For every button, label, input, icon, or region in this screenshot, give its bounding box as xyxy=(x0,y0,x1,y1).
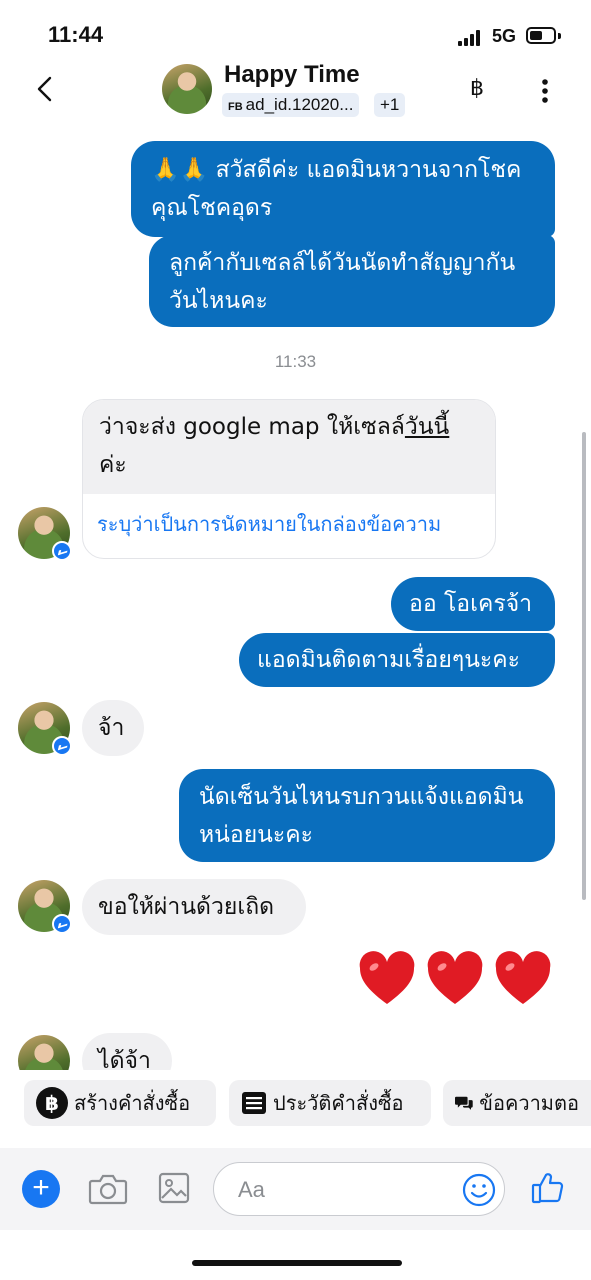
message-clip: ได้จ้า xyxy=(0,1030,591,1070)
message-text: วันไหนคะ xyxy=(169,288,268,314)
pray-emoji: 🙏🙏 xyxy=(151,157,209,183)
message-text-part: ค่ะ xyxy=(99,452,127,478)
message-text: ได้จ้า xyxy=(98,1048,151,1070)
message-text-part: ว่าจะส่ง google map ให้เซลล์ xyxy=(99,414,405,440)
emoji-icon[interactable] xyxy=(462,1173,496,1207)
contact-avatar[interactable] xyxy=(162,64,212,114)
incoming-message[interactable]: ได้จ้า xyxy=(82,1033,172,1070)
heart-emoji-icon[interactable] xyxy=(357,950,417,1010)
timestamp: 11:33 xyxy=(274,352,317,371)
message-text: แอดมินติดตามเรื่อยๆนะคะ xyxy=(257,647,521,673)
message-text: สวัสดีค่ะ แอดมินหวานจากโชค xyxy=(215,157,522,183)
scrollbar[interactable] xyxy=(582,432,586,900)
heart-emoji-icon[interactable] xyxy=(425,950,485,1010)
outgoing-message[interactable]: แอดมินติดตามเรื่อยๆนะคะ xyxy=(239,633,555,687)
message-text: ออ โอเครจ้า xyxy=(409,591,533,617)
incoming-message[interactable]: ขอให้ผ่านด้วยเถิด xyxy=(82,879,306,935)
message-input[interactable] xyxy=(236,1173,450,1207)
image-icon[interactable] xyxy=(158,1172,190,1204)
svg-text:฿: ฿ xyxy=(45,1091,59,1115)
messenger-badge-icon xyxy=(52,914,72,934)
outgoing-message[interactable]: ลูกค้ากับเซลล์ได้วันนัดทำสัญญากัน วันไหน… xyxy=(149,235,555,327)
message-text: ว่าจะส่ง google map ให้เซลล์วันนี้ ค่ะ xyxy=(99,408,449,484)
network-type: 5G xyxy=(492,26,517,46)
heart-emoji-icon[interactable] xyxy=(493,950,553,1010)
home-indicator xyxy=(192,1260,402,1266)
incoming-message-card[interactable]: ว่าจะส่ง google map ให้เซลล์วันนี้ ค่ะ ร… xyxy=(82,399,496,559)
outgoing-message[interactable]: ออ โอเครจ้า xyxy=(391,577,555,631)
baht-circle-icon: ฿ xyxy=(36,1087,68,1119)
outgoing-message[interactable]: นัดเซ็นวันไหนรบกวนแจ้งแอดมิน หน่อยนะคะ xyxy=(179,769,555,862)
message-text: คุณโชคอุดร xyxy=(151,195,273,221)
status-time: 11:44 xyxy=(48,22,104,47)
message-text: จ้า xyxy=(98,715,125,741)
order-history-button[interactable]: ประวัติคำสั่งซื้อ xyxy=(229,1080,431,1126)
message-text: ลูกค้ากับเซลล์ได้วันนัดทำสัญญากัน xyxy=(169,250,516,276)
battery-tip xyxy=(558,33,561,39)
appointment-link[interactable]: ระบุว่าเป็นการนัดหมายในกล่องข้อความ xyxy=(97,508,441,540)
battery-icon xyxy=(526,27,556,44)
create-order-label: สร้างคำสั่งซื้อ xyxy=(74,1091,191,1115)
message-text: นัดเซ็นวันไหนรบกวนแจ้งแอดมิน xyxy=(199,784,524,810)
create-order-button[interactable]: ฿ สร้างคำสั่งซื้อ xyxy=(24,1080,216,1126)
plus-icon[interactable]: + xyxy=(22,1170,60,1208)
sender-avatar[interactable] xyxy=(18,1035,70,1070)
outgoing-message[interactable]: 🙏🙏 สวัสดีค่ะ แอดมินหวานจากโชค คุณโชคอุดร xyxy=(131,141,555,237)
saved-replies-label: ข้อความตอ xyxy=(479,1091,579,1115)
list-icon xyxy=(242,1092,266,1114)
messenger-badge-icon xyxy=(52,541,72,561)
baht-icon[interactable]: ฿ xyxy=(470,76,484,101)
saved-replies-button[interactable]: ข้อความตอ xyxy=(443,1080,591,1126)
ad-id-tag[interactable]: FB ad_id.12020... xyxy=(222,93,360,117)
more-options-icon[interactable] xyxy=(537,78,553,104)
message-input-field[interactable] xyxy=(213,1162,505,1216)
contact-name[interactable]: Happy Time xyxy=(224,61,360,89)
signal-icon xyxy=(458,30,484,46)
ad-id-text: ad_id.12020... xyxy=(245,95,354,114)
like-icon[interactable] xyxy=(530,1170,566,1206)
message-text: ขอให้ผ่านด้วยเถิด xyxy=(98,894,275,920)
chat-bubbles-icon xyxy=(455,1096,473,1110)
incoming-message[interactable]: จ้า xyxy=(82,700,144,756)
extra-tags-count[interactable]: +1 xyxy=(374,93,406,117)
messenger-badge-icon xyxy=(52,736,72,756)
back-icon[interactable] xyxy=(34,76,58,102)
fb-label: FB xyxy=(228,101,243,113)
camera-icon[interactable] xyxy=(88,1172,128,1206)
date-highlight[interactable]: วันนี้ xyxy=(405,414,449,440)
message-text: หน่อยนะคะ xyxy=(199,822,313,848)
order-history-label: ประวัติคำสั่งซื้อ xyxy=(273,1091,404,1115)
